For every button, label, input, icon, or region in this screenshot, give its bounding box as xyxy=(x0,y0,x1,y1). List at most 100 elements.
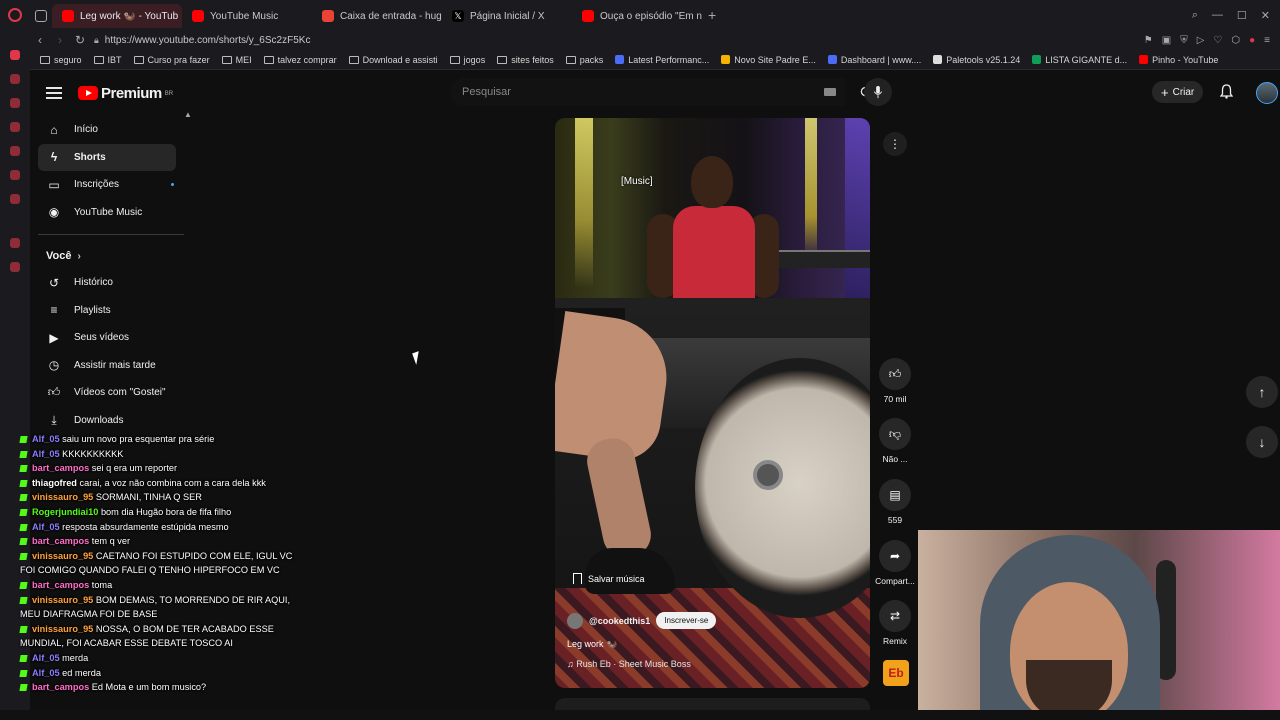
guide-item[interactable]: ⤓ Downloads xyxy=(38,407,188,435)
guide-item-label: Assistir mais tarde xyxy=(74,359,156,371)
next-short-arrow-icon[interactable]: ↓ xyxy=(1246,426,1278,458)
short-title[interactable]: Leg work 🦦 xyxy=(567,639,617,650)
you-section-header[interactable]: Você › xyxy=(38,243,188,269)
forward-icon[interactable]: › xyxy=(50,33,70,47)
guide-item[interactable]: ◷ Assistir mais tarde xyxy=(38,352,188,380)
short-music-link[interactable]: ♫ Rush Eb · Sheet Music Boss xyxy=(567,659,691,669)
bookmark-item[interactable]: seguro xyxy=(34,55,88,65)
bookmark-item[interactable]: Dashboard | www.... xyxy=(822,55,927,65)
chat-message: vinissauro_95 CAETANO FOI ESTUPIDO COM E… xyxy=(19,549,310,578)
reload-icon[interactable]: ↻ xyxy=(70,33,90,47)
voice-search-button[interactable] xyxy=(864,78,892,106)
bookmark-label: LISTA GIGANTE d... xyxy=(1045,54,1128,65)
browser-tab[interactable]: Ouça o episódio "Em nom xyxy=(572,4,702,28)
guide-item[interactable]: ◉ YouTube Music xyxy=(38,199,188,227)
you-label: Você xyxy=(46,250,72,262)
your-videos-icon: ▶ xyxy=(49,330,59,345)
bookmark-page-icon[interactable]: ⚑ xyxy=(1144,35,1153,46)
bookmark-item[interactable]: MEI xyxy=(216,55,258,65)
guide-item[interactable]: ⌂ Início xyxy=(38,116,188,144)
close-window-icon[interactable]: ✕ xyxy=(1261,9,1270,22)
sidebar-opera-icon[interactable] xyxy=(10,50,20,60)
bookmark-item[interactable]: Paletools v25.1.24 xyxy=(927,55,1026,65)
chat-message: bart_campos toma xyxy=(19,578,310,593)
search-input[interactable]: Pesquisar xyxy=(450,78,846,106)
youtube-logo[interactable]: Premium BR xyxy=(78,85,173,102)
subscriber-badge-icon xyxy=(19,509,28,517)
bookmark-item[interactable]: LISTA GIGANTE d... xyxy=(1026,55,1133,65)
vpn-icon[interactable]: ⛨ xyxy=(1180,35,1188,46)
notifications-icon[interactable] xyxy=(1219,84,1234,104)
save-music-button[interactable]: Salvar música xyxy=(573,573,645,584)
bookmark-item[interactable]: packs xyxy=(560,55,610,65)
guide-item[interactable]: ≡ Playlists xyxy=(38,297,188,325)
player-icon[interactable]: ▷ xyxy=(1197,35,1205,46)
youtube-play-icon xyxy=(78,86,98,100)
guide-item[interactable]: ϟ Shorts xyxy=(38,143,176,171)
guide-menu-icon[interactable] xyxy=(46,87,62,99)
avatar[interactable] xyxy=(1256,82,1278,104)
keyboard-icon[interactable] xyxy=(824,88,836,96)
guide-item[interactable]: ▶ Seus vídeos xyxy=(38,324,188,352)
like-button[interactable]: 👍︎ 70 mil xyxy=(873,358,917,404)
dislike-button[interactable]: 👎︎ Não ... xyxy=(873,418,917,464)
more-options-icon[interactable]: ⋮ xyxy=(883,132,907,156)
menu-icon[interactable]: ≡ xyxy=(1264,35,1270,46)
back-icon[interactable]: ‹ xyxy=(30,33,50,47)
opera-logo-icon[interactable] xyxy=(0,0,30,30)
chat-username: bart_campos xyxy=(32,536,90,547)
folder-icon xyxy=(348,55,359,64)
maximize-icon[interactable]: ☐ xyxy=(1237,9,1247,22)
extensions-icon[interactable]: ⬡ xyxy=(1231,35,1240,46)
sidebar-x-icon[interactable] xyxy=(10,194,20,204)
channel-avatar[interactable] xyxy=(567,612,583,629)
folder-icon xyxy=(221,55,232,64)
create-button[interactable]: + Criar xyxy=(1152,81,1204,103)
sidebar-settings-icon[interactable] xyxy=(10,262,20,272)
remix-icon: ⇄ xyxy=(879,600,911,632)
comments-button[interactable]: ▤ 559 xyxy=(873,479,917,525)
folder-icon xyxy=(497,55,508,64)
guide-item[interactable]: ▭ Inscrições xyxy=(38,171,188,199)
minimize-icon[interactable]: — xyxy=(1212,9,1223,22)
guide-item[interactable]: 👍︎ Vídeos com "Gostei" xyxy=(38,379,188,407)
short-video-player[interactable]: [Music] Salvar música @cookedthis1 Inscr… xyxy=(555,118,870,688)
bookmark-item[interactable]: sites feitos xyxy=(491,55,560,65)
search-tabs-icon[interactable]: ⌕ xyxy=(1192,9,1198,22)
browser-tab[interactable]: YouTube Music xyxy=(182,4,312,28)
chat-text: Ed Mota e um bom musico? xyxy=(91,682,207,693)
remix-button[interactable]: ⇄ Remix xyxy=(873,600,917,646)
bookmark-item[interactable]: Latest Performanc... xyxy=(609,55,715,65)
channel-name[interactable]: @cookedthis1 xyxy=(589,616,650,626)
sidebar-aria-icon[interactable] xyxy=(10,74,20,84)
bookmarks-bar: seguro IBT Curso pra fazer MEI talvez compra… xyxy=(30,50,1280,70)
sidebar-music-icon[interactable] xyxy=(10,122,20,132)
share-button[interactable]: ➦ Compart... xyxy=(873,540,917,586)
bookmark-item[interactable]: Pinho - YouTube xyxy=(1133,55,1224,65)
sidebar-workspace-icon[interactable] xyxy=(10,98,20,108)
sidebar-twitch-icon[interactable] xyxy=(10,146,20,156)
browser-tab[interactable]: Leg work 🦦 - YouTub xyxy=(52,4,182,28)
bookmark-item[interactable]: Download e assisti xyxy=(343,55,444,65)
bookmark-label: packs xyxy=(579,54,604,65)
guide-item-label: Inscrições xyxy=(74,179,120,191)
sidebar-whatsapp-icon[interactable] xyxy=(10,170,20,180)
browser-tab[interactable]: 𝕏 Página Inicial / X xyxy=(442,4,572,28)
profile-icon[interactable]: ● xyxy=(1249,35,1255,46)
sidebar-history-icon[interactable] xyxy=(10,238,20,248)
url-field[interactable]: https://www.youtube.com/shorts/y_6Sc2zF5… xyxy=(105,35,311,46)
subscribe-button[interactable]: Inscrever-se xyxy=(656,612,717,629)
guide-item[interactable]: ↺ Histórico xyxy=(38,269,188,297)
browser-tab[interactable]: Caixa de entrada - hugob xyxy=(312,4,442,28)
bookmark-item[interactable]: jogos xyxy=(444,55,492,65)
heart-icon[interactable]: ♡ xyxy=(1213,35,1222,46)
bookmark-item[interactable]: Curso pra fazer xyxy=(128,55,216,65)
new-tab-button[interactable]: + xyxy=(708,7,716,23)
snapshot-icon[interactable]: ▣ xyxy=(1162,35,1171,46)
bookmark-item[interactable]: IBT xyxy=(88,55,128,65)
bookmark-item[interactable]: talvez comprar xyxy=(258,55,343,65)
bookmark-item[interactable]: Novo Site Padre E... xyxy=(715,55,822,65)
browser-tab-extra[interactable] xyxy=(30,4,52,28)
audio-thumbnail[interactable]: Eb xyxy=(883,660,909,686)
previous-short-arrow-icon[interactable]: ↑ xyxy=(1246,376,1278,408)
